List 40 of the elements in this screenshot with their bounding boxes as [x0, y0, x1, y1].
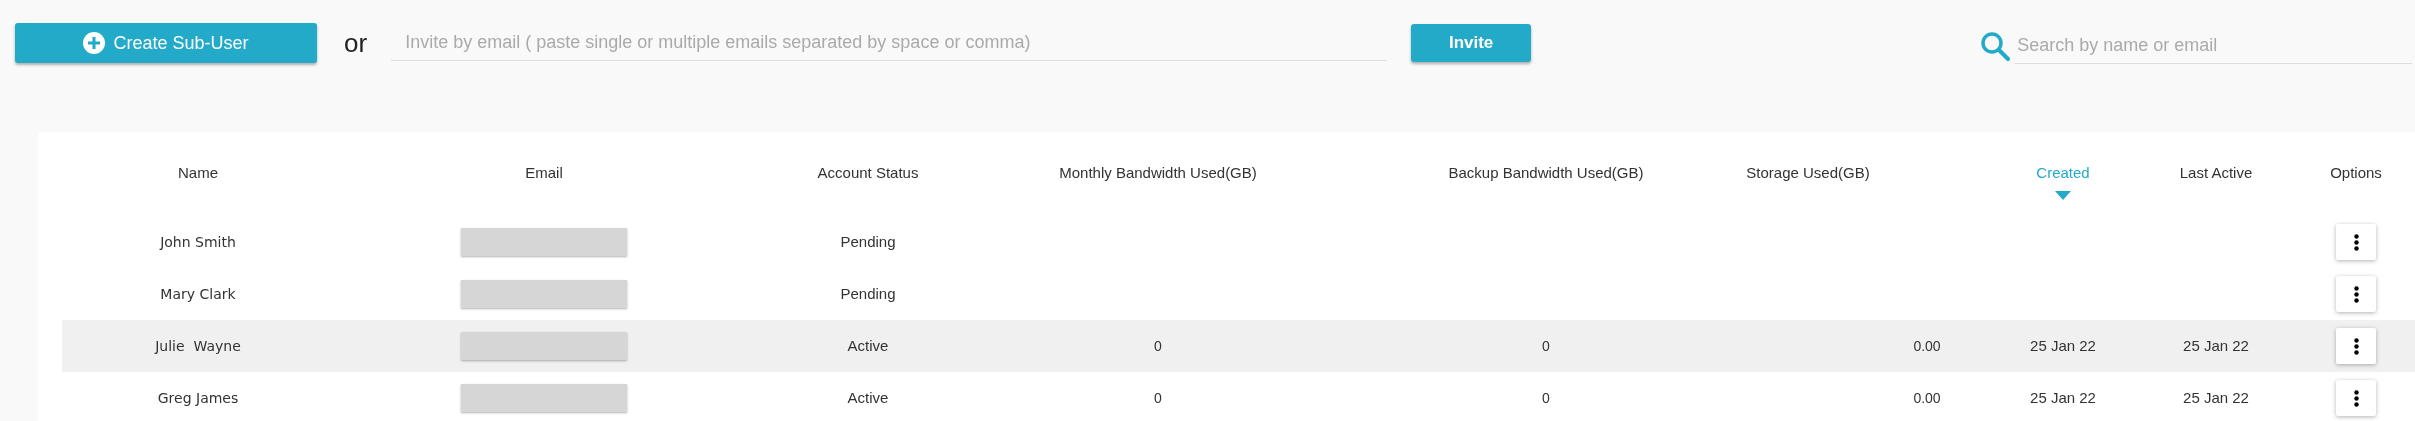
- name-cell-text: Julie Wayne: [155, 336, 241, 356]
- more-vertical-icon: [2353, 389, 2359, 407]
- column-header[interactable]: Storage Used(GB): [1746, 162, 1870, 185]
- table-cell-text: 0: [1542, 388, 1550, 408]
- table-cell-text: 0: [1154, 336, 1162, 356]
- status-cell-text: Pending: [840, 231, 896, 252]
- status-cell-text: Active: [847, 335, 889, 356]
- search-icon: [1979, 30, 2012, 62]
- column-header[interactable]: Email: [525, 162, 563, 185]
- sort-down-icon: [2055, 190, 2071, 200]
- column-header[interactable]: Options: [2330, 162, 2382, 185]
- status-cell-text: Pending: [840, 283, 896, 304]
- status-cell-text: Active: [847, 387, 889, 408]
- date-cell-text: 25 Jan 22: [2183, 387, 2249, 408]
- name-cell-text: Mary Clark: [160, 284, 236, 304]
- column-header[interactable]: Account Status: [817, 162, 919, 185]
- more-vertical-icon: [2353, 337, 2359, 355]
- name-cell-text: Greg James: [157, 388, 239, 408]
- options-button[interactable]: [2336, 276, 2376, 312]
- options-button[interactable]: [2336, 328, 2376, 364]
- more-vertical-icon: [2353, 233, 2359, 251]
- column-header[interactable]: Monthly Bandwidth Used(GB): [1059, 162, 1257, 185]
- date-cell-text: 25 Jan 22: [2030, 387, 2096, 408]
- name-cell-text: John Smith: [160, 232, 236, 252]
- date-cell-text: 25 Jan 22: [2030, 335, 2096, 356]
- search-field[interactable]: Search by name or email: [2015, 28, 2413, 64]
- or-label: or: [344, 26, 368, 60]
- options-button[interactable]: [2336, 380, 2376, 416]
- more-vertical-icon: [2353, 285, 2359, 303]
- column-header[interactable]: Backup Bandwidth Used(GB): [1448, 162, 1644, 185]
- date-cell-text: 25 Jan 22: [2183, 335, 2249, 356]
- table-cell-text: 0: [1542, 336, 1550, 356]
- column-header[interactable]: Last Active: [2179, 162, 2253, 185]
- table-cell-text: 0.00: [1913, 388, 1941, 408]
- column-header[interactable]: Name: [178, 162, 218, 185]
- options-button[interactable]: [2336, 224, 2376, 260]
- table-cell-text: 0: [1154, 388, 1162, 408]
- plus-circle-icon: [83, 32, 106, 54]
- table-cell-text: 0.00: [1913, 336, 1941, 356]
- invite-email-field[interactable]: Invite by email ( paste single or multiple emails separated by space or comma): [391, 25, 1388, 61]
